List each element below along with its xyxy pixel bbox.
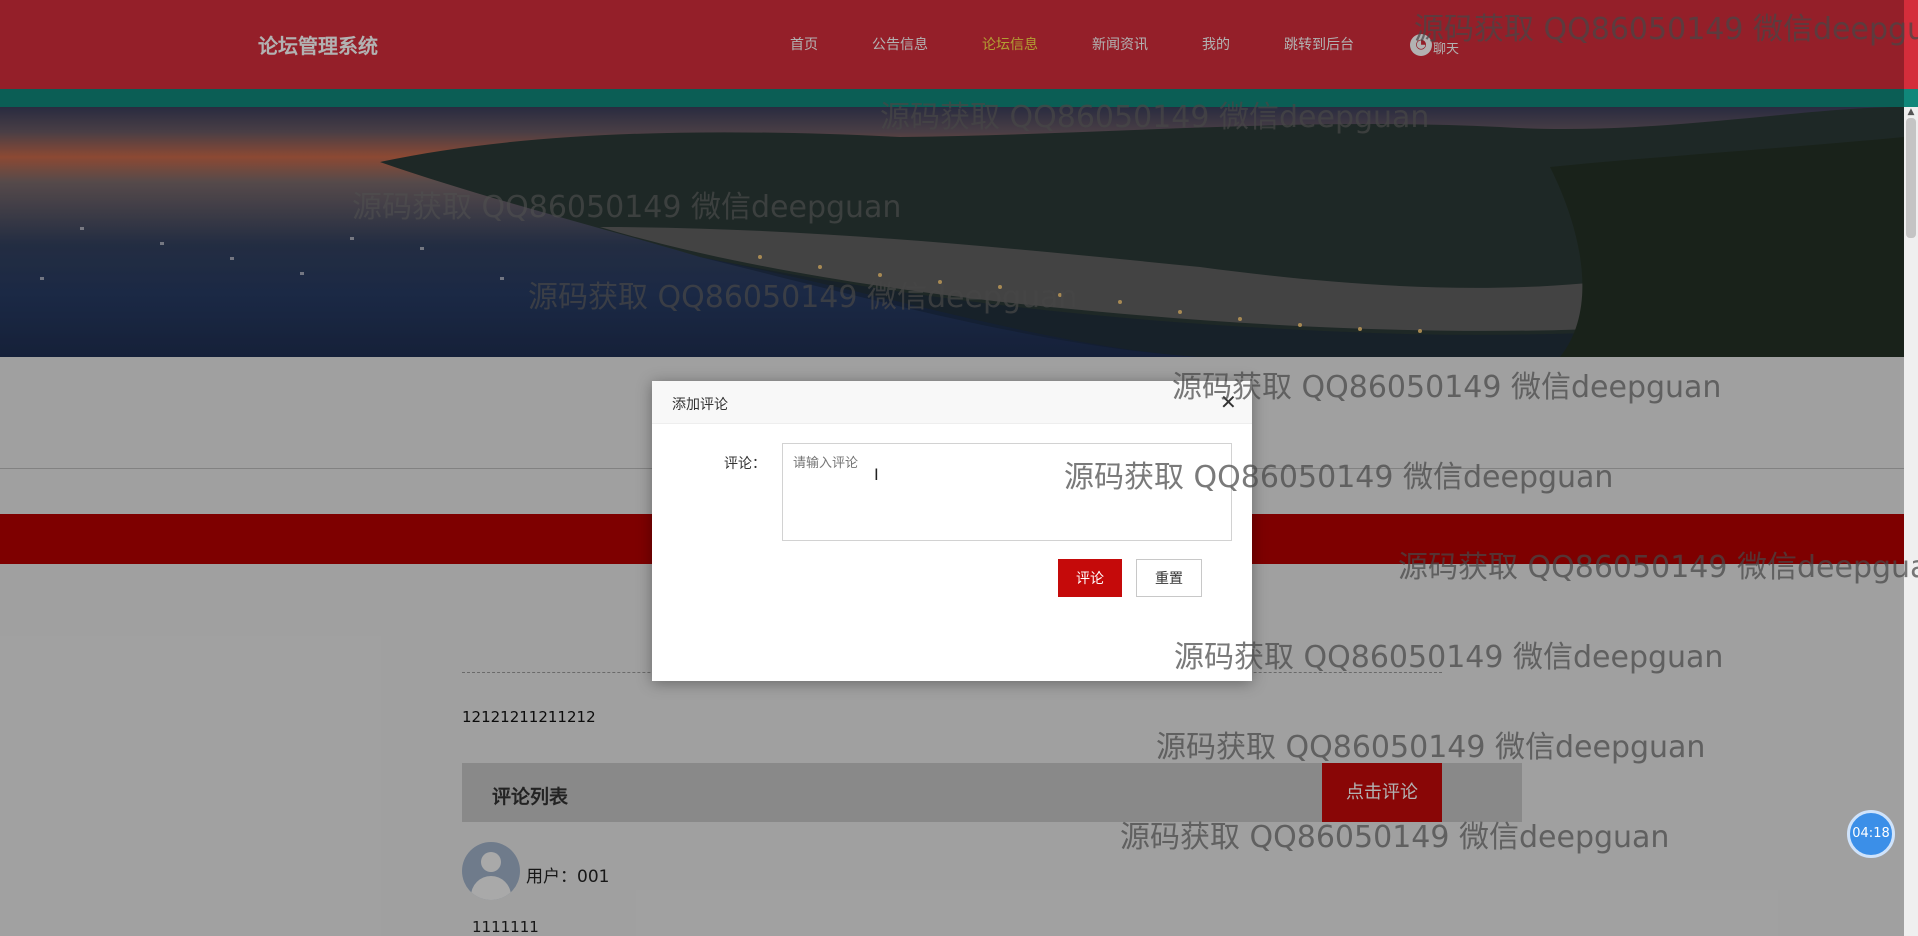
watermark: 源码获取 QQ86050149 微信deepguan <box>1174 640 1724 675</box>
reset-button[interactable]: 重置 <box>1136 559 1202 597</box>
dialog-title: 添加评论 <box>672 397 728 413</box>
watermark: 源码获取 QQ86050149 微信deepguan <box>1156 730 1706 765</box>
comment-field-label: 评论： <box>724 456 766 472</box>
watermark: 源码获取 QQ86050149 微信deepguan <box>1414 12 1918 47</box>
watermark: 源码获取 QQ86050149 微信deepguan <box>880 100 1430 135</box>
scroll-thumb[interactable] <box>1906 118 1916 238</box>
scroll-up-icon[interactable]: ▲ <box>1906 108 1916 117</box>
watermark: 源码获取 QQ86050149 微信deepguan <box>1120 820 1670 855</box>
add-comment-dialog: 添加评论 ✕ 评论： I 评论 重置 <box>652 381 1252 681</box>
timer-badge[interactable]: 04:18 <box>1847 810 1895 858</box>
watermark: 源码获取 QQ86050149 微信deepguan <box>528 280 1078 315</box>
watermark: 源码获取 QQ86050149 微信deepguan <box>1064 460 1614 495</box>
dialog-header <box>652 381 1252 424</box>
watermark: 源码获取 QQ86050149 微信deepguan <box>1172 370 1722 405</box>
submit-comment-button[interactable]: 评论 <box>1058 559 1122 597</box>
watermark: 源码获取 QQ86050149 微信deepguan <box>1398 550 1918 585</box>
text-cursor-icon: I <box>874 465 879 484</box>
watermark: 源码获取 QQ86050149 微信deepguan <box>352 190 902 225</box>
